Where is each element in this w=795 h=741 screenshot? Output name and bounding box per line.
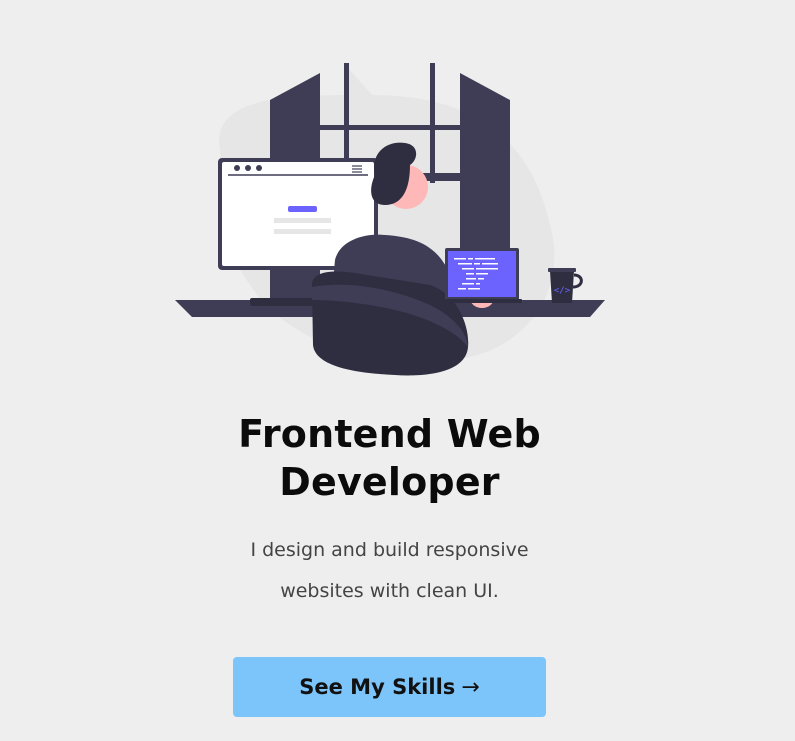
hero-subtitle-line-1: I design and build responsive: [250, 539, 529, 561]
hero-title: Frontend Web Developer: [0, 410, 779, 506]
hero-subtitle: I design and build responsive websites w…: [0, 530, 779, 612]
svg-text:</>: </>: [554, 286, 571, 296]
see-my-skills-label: See My Skills: [299, 675, 456, 699]
see-my-skills-button[interactable]: See My Skills →: [233, 657, 546, 717]
developer-at-desk-illustration: </>: [175, 63, 605, 376]
arrow-right-icon: →: [461, 674, 480, 700]
hero-title-line-1: Frontend Web: [238, 412, 541, 456]
hero-section: </> Frontend Web Developer I design and …: [0, 0, 795, 741]
hero-title-line-2: Developer: [279, 460, 500, 504]
hero-subtitle-line-2: websites with clean UI.: [280, 580, 499, 602]
